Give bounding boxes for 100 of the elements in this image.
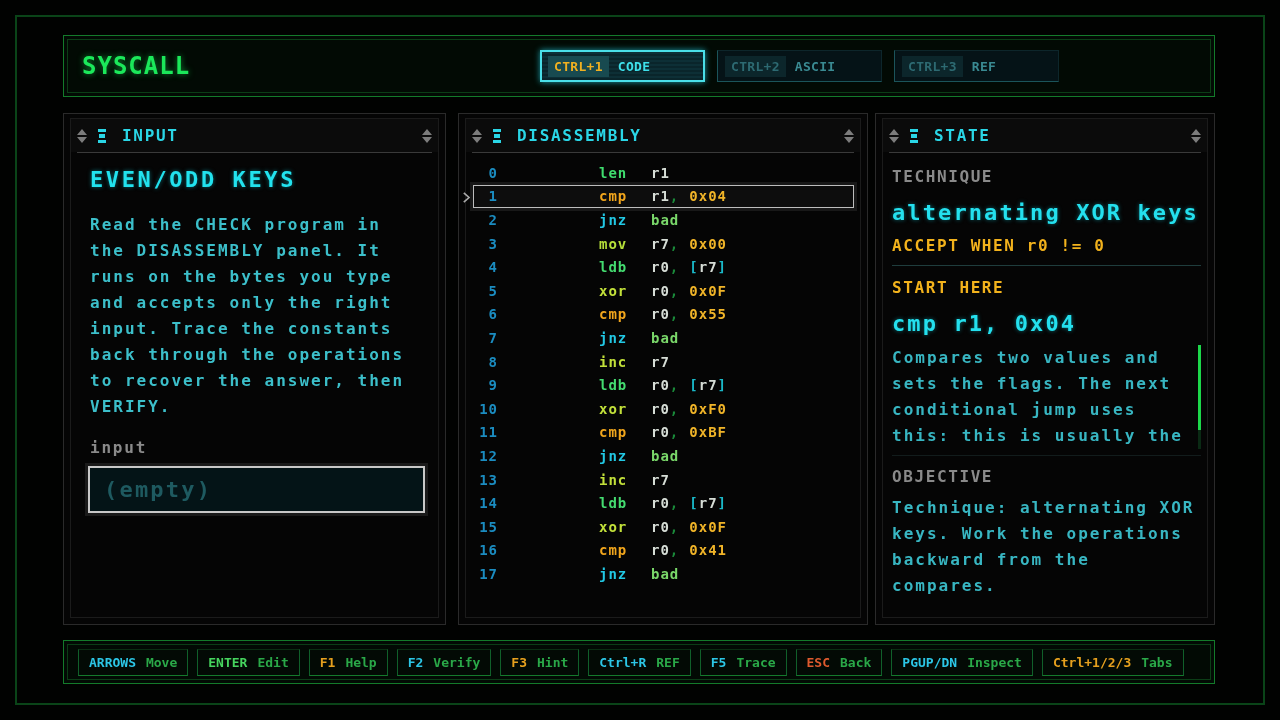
panel-title: DISASSEMBLY (517, 126, 642, 145)
operands: r0, [r7] (651, 495, 728, 512)
shortcut-key: F2 (407, 654, 424, 670)
panel-title: INPUT (122, 126, 179, 145)
opcode: ldb (599, 259, 629, 276)
line-number: 9 (487, 377, 498, 394)
operands: r7 (651, 353, 670, 370)
operands: r7 (651, 471, 670, 488)
line-number: 15 (478, 518, 498, 535)
operands: r7, 0x00 (651, 235, 727, 252)
operands: r0, 0x55 (651, 306, 727, 323)
operands: r0, [r7] (651, 259, 728, 276)
key-hint: CTRL+2 (725, 55, 786, 77)
opcode: ldb (599, 377, 629, 394)
accept-condition: ACCEPT WHEN r0 != 0 (892, 236, 1106, 256)
code-line[interactable]: 2 jnz bad (473, 208, 854, 232)
stack-icon (493, 128, 501, 143)
operands: r0, [r7] (651, 377, 728, 394)
scrollbar[interactable] (1198, 345, 1201, 449)
field-label: input (90, 437, 148, 459)
code-line[interactable]: 10 xor r0, 0xF0 (473, 396, 854, 421)
shortcut-action: REF (656, 654, 680, 670)
line-number: 16 (478, 542, 498, 559)
opcode: cmp (599, 188, 629, 205)
code-line[interactable]: 7 jnz bad (473, 326, 854, 350)
code-line[interactable]: 17 jnz bad (473, 562, 854, 586)
key-hint: CTRL+1 (548, 55, 609, 77)
line-number: 0 (487, 164, 498, 181)
shortcut-action: Hint (537, 654, 569, 670)
operands: r0, 0x0F (651, 518, 727, 535)
code-line[interactable]: 12 jnz bad (473, 444, 854, 468)
diamond-icon (422, 128, 432, 143)
code-line[interactable]: 4 ldb r0, [r7] (473, 255, 854, 279)
shortcut-key: ESC (806, 654, 831, 670)
code-line[interactable]: 0 len r1 (473, 161, 854, 185)
diamond-icon (889, 128, 899, 143)
code-line[interactable]: 5 xor r0, 0x0F (473, 278, 854, 303)
operands: r0, 0xF0 (651, 400, 727, 417)
line-number: 17 (478, 565, 498, 582)
shortcut-action: Help (345, 654, 377, 670)
code-line[interactable]: 6 cmp r0, 0x55 (473, 302, 854, 327)
opcode: cmp (599, 542, 629, 559)
line-number: 14 (478, 495, 498, 512)
line-number: 8 (487, 353, 498, 370)
caret-icon (463, 191, 470, 203)
shortcut-action: Back (840, 654, 872, 670)
operands: r1 (651, 164, 670, 181)
section-label: OBJECTIVE (892, 467, 994, 487)
line-number: 6 (487, 306, 498, 323)
diamond-icon (844, 128, 854, 143)
tab[interactable]: CTRL+1 CODE (540, 50, 705, 82)
code-line[interactable]: 11 cmp r0, 0xBF (473, 420, 854, 445)
opcode: ldb (599, 495, 629, 512)
tab[interactable]: CTRL+2 ASCII (717, 50, 882, 82)
opcode: jnz (599, 447, 629, 464)
shortcut-key: ARROWS (89, 654, 136, 670)
opcode: mov (599, 235, 629, 252)
shortcut-key: F1 (319, 654, 336, 670)
shortcut-action: Edit (257, 654, 289, 670)
operands: r0, 0xBF (651, 424, 727, 441)
opcode: xor (599, 400, 629, 417)
opcode: len (599, 164, 629, 181)
diamond-icon (77, 128, 87, 143)
code-line[interactable]: 8 inc r7 (473, 349, 854, 374)
opcode: jnz (599, 212, 629, 228)
shortcut-action: Inspect (967, 654, 1022, 670)
opcode: cmp (599, 424, 629, 441)
operands: r1, 0x04 (651, 188, 727, 205)
section-label: START HERE (892, 278, 1005, 298)
shortcut-action: Tabs (1141, 654, 1173, 670)
opcode: cmp (599, 306, 629, 323)
shortcut-action: Move (145, 654, 178, 670)
line-number: 10 (478, 400, 498, 417)
tab[interactable]: CTRL+3 REF (894, 50, 1059, 82)
puzzle-title: EVEN/ODD KEYS (90, 167, 296, 193)
shortcut-action: Trace (736, 654, 776, 670)
code-line[interactable]: 13 inc r7 (473, 467, 854, 492)
code-line[interactable]: 9 ldb r0, [r7] (473, 373, 854, 397)
diamond-icon (472, 128, 482, 143)
code-line[interactable]: 15 xor r0, 0x0F (473, 514, 854, 539)
line-number: 4 (487, 259, 498, 276)
technique-name: alternating XOR keys (892, 199, 1199, 227)
opcode: inc (599, 471, 629, 488)
opcode: jnz (599, 329, 629, 346)
input-field[interactable]: (empty) (88, 466, 425, 513)
line-number: 11 (478, 424, 498, 441)
opcode: xor (599, 518, 629, 535)
line-number: 7 (487, 329, 498, 346)
code-line[interactable]: 16 cmp r0, 0x41 (473, 538, 854, 563)
shortcut-key: F3 (511, 654, 527, 670)
diamond-icon (1191, 128, 1201, 143)
line-number: 3 (487, 235, 498, 252)
opcode: xor (599, 282, 629, 299)
shortcut-key: Ctrl+R (599, 654, 647, 670)
code-line[interactable]: 14 ldb r0, [r7] (473, 491, 854, 515)
stack-icon (98, 128, 106, 143)
line-number: 12 (478, 447, 498, 464)
operands: r0, 0x41 (651, 542, 727, 559)
start-instruction: cmp r1, 0x04 (892, 310, 1077, 338)
code-line[interactable]: 3 mov r7, 0x00 (473, 231, 854, 256)
